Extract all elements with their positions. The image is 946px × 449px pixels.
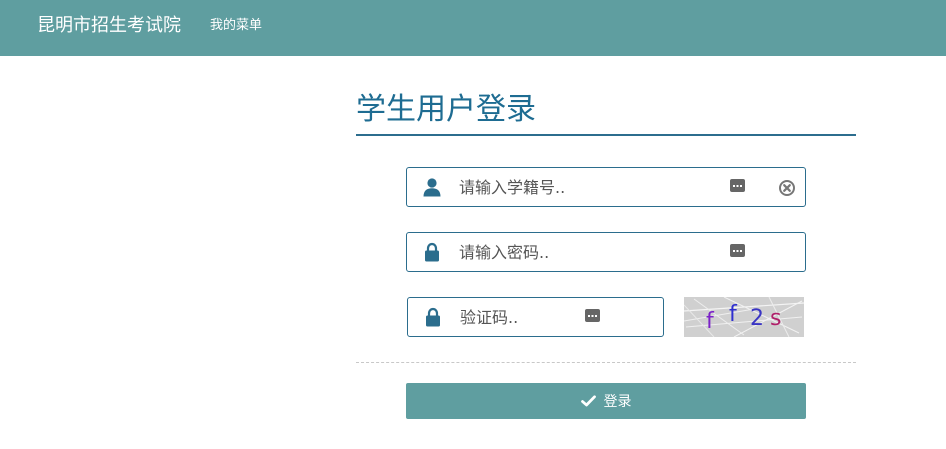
- lock-icon: [426, 307, 440, 327]
- student-id-field[interactable]: [406, 167, 806, 207]
- student-id-input[interactable]: [459, 176, 709, 198]
- site-brand[interactable]: 昆明市招生考试院: [37, 14, 181, 38]
- clear-icon[interactable]: [779, 180, 795, 196]
- my-menu-link[interactable]: 我的菜单: [210, 17, 262, 35]
- captcha-field[interactable]: [407, 297, 664, 337]
- check-icon: [580, 395, 596, 407]
- password-field[interactable]: [406, 232, 806, 272]
- captcha-input[interactable]: [460, 306, 580, 328]
- captcha-image[interactable]: ff2s: [684, 297, 804, 337]
- keyboard-icon[interactable]: [585, 309, 600, 322]
- user-icon: [423, 178, 441, 197]
- captcha-noise: ff2s: [684, 297, 804, 337]
- password-input[interactable]: [459, 241, 709, 263]
- page-title: 学生用户登录: [356, 92, 536, 127]
- form-divider: [356, 362, 856, 363]
- title-divider: [356, 134, 856, 136]
- lock-icon: [425, 242, 439, 262]
- keyboard-icon[interactable]: [730, 179, 745, 192]
- top-navbar: 昆明市招生考试院 我的菜单: [0, 0, 946, 56]
- login-button-label: 登录: [603, 394, 632, 410]
- keyboard-icon[interactable]: [730, 244, 745, 257]
- login-button[interactable]: 登录: [406, 383, 806, 419]
